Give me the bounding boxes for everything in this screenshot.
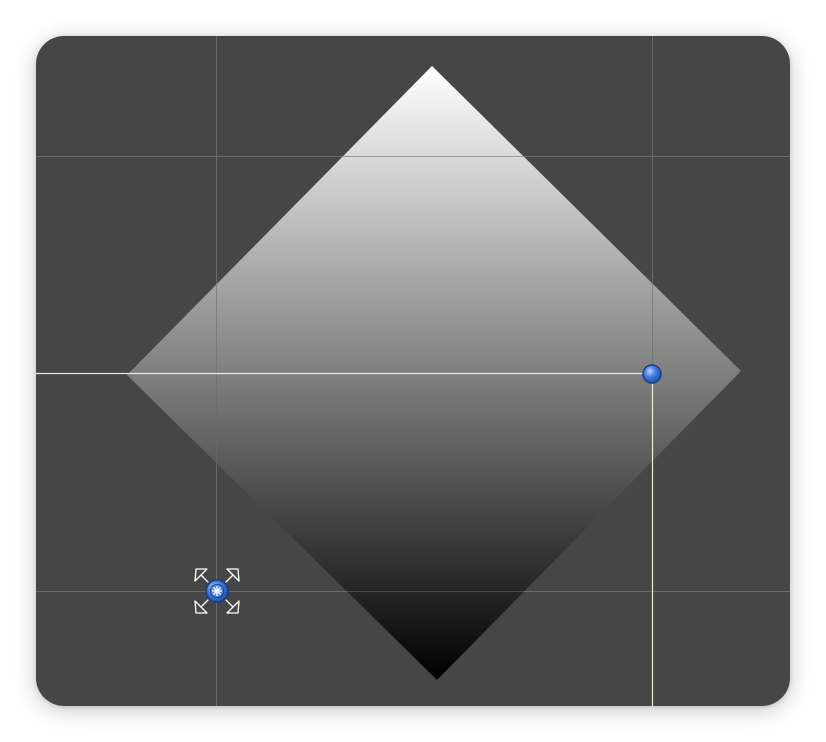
- gradient-end-handle[interactable]: [642, 364, 662, 384]
- origin-handle-star: [211, 585, 223, 597]
- blue-dot-handle-icon[interactable]: [642, 364, 662, 384]
- gradient-canvas[interactable]: [0, 0, 826, 742]
- gradient-editor-window: [0, 0, 826, 742]
